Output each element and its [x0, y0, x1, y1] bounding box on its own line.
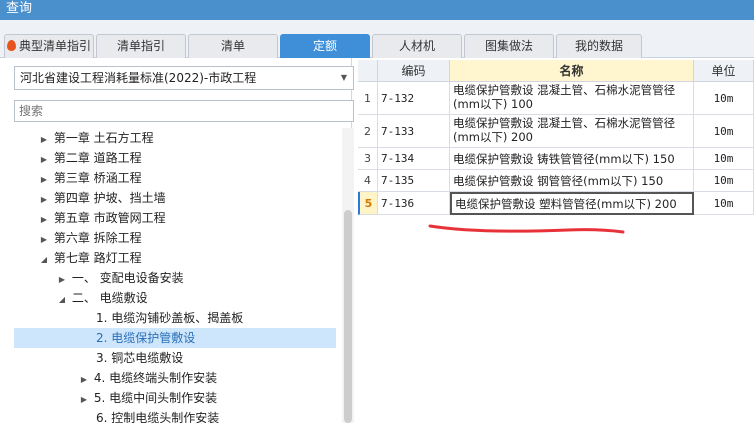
collapse-arrow-icon[interactable]: ◢	[56, 290, 68, 310]
expand-arrow-icon[interactable]: ▶	[38, 210, 50, 230]
tab-label: 典型清单指引	[18, 39, 91, 53]
standard-select-value: 河北省建设工程消耗量标准(2022)-市政工程	[20, 71, 257, 85]
row-code[interactable]: 7-134	[378, 148, 450, 170]
tree-node-ch4[interactable]: ▶ 第四章 护坡、挡土墙	[14, 188, 336, 208]
row-name[interactable]: 电缆保护管敷设 混凝土管、石棉水泥管管径(mm以下) 200	[450, 115, 694, 148]
tab-labor-material-machine[interactable]: 人材机	[372, 34, 462, 58]
tree-node-ch7[interactable]: ◢ 第七章 路灯工程	[14, 248, 336, 268]
header-name[interactable]: 名称	[450, 60, 694, 82]
tree-node-label: 4. 电缆终端头制作安装	[93, 371, 218, 385]
header-code[interactable]: 编码	[378, 60, 450, 82]
tree-node-substation[interactable]: ▶ 一、 变配电设备安装	[14, 268, 336, 288]
row-unit[interactable]: 10m	[694, 115, 754, 148]
row-index[interactable]: 3	[358, 148, 378, 170]
row-unit[interactable]: 10m	[694, 170, 754, 192]
tab-atlas-method[interactable]: 图集做法	[464, 34, 554, 58]
fire-icon	[6, 40, 16, 51]
tab-my-data[interactable]: 我的数据	[556, 34, 642, 58]
expand-arrow-icon[interactable]: ▶	[38, 230, 50, 250]
tree-node-ch6[interactable]: ▶ 第六章 拆除工程	[14, 228, 336, 248]
grid-corner	[358, 60, 378, 82]
row-index[interactable]: 2	[358, 115, 378, 148]
row-name-focused[interactable]: 电缆保护管敷设 塑料管管径(mm以下) 200	[450, 192, 694, 215]
expand-arrow-icon[interactable]: ▶	[38, 190, 50, 210]
standard-select[interactable]: 河北省建设工程消耗量标准(2022)-市政工程 ▼	[14, 66, 354, 90]
tree-node-label: 3. 铜芯电缆敷设	[96, 351, 184, 365]
search-input[interactable]	[14, 100, 354, 122]
tab-bill[interactable]: 清单	[188, 34, 278, 58]
tree-node-cable-conduit[interactable]: 2. 电缆保护管敷设	[14, 328, 336, 348]
tree-node-label: 第二章 道路工程	[53, 151, 142, 165]
red-underline-annotation	[428, 224, 625, 234]
row-unit[interactable]: 10m	[694, 192, 754, 215]
tree-node-cable-joint[interactable]: ▶ 5. 电缆中间头制作安装	[14, 388, 336, 408]
tab-bar: 典型清单指引 清单指引 清单 定额 人材机 图集做法 我的数据	[0, 20, 754, 58]
expand-arrow-icon[interactable]: ▶	[38, 130, 50, 150]
row-name[interactable]: 电缆保护管敷设 钢管管径(mm以下) 150	[450, 170, 694, 192]
tree-node-label: 1. 电缆沟铺砂盖板、揭盖板	[96, 311, 244, 325]
tree-scrollbar[interactable]	[342, 128, 354, 423]
left-pane: 河北省建设工程消耗量标准(2022)-市政工程 ▼ ▶ 第一章 土石方工程 ▶ …	[6, 58, 354, 423]
row-unit[interactable]: 10m	[694, 148, 754, 170]
expand-arrow-icon[interactable]: ▶	[78, 370, 90, 390]
tree-node-label: 第四章 护坡、挡土墙	[53, 191, 166, 205]
tree-node-label: 第六章 拆除工程	[53, 231, 142, 245]
header-unit[interactable]: 单位	[694, 60, 754, 82]
tree-node-ch3[interactable]: ▶ 第三章 桥涵工程	[14, 168, 336, 188]
row-name[interactable]: 电缆保护管敷设 铸铁管管径(mm以下) 150	[450, 148, 694, 170]
tree-node-label: 5. 电缆中间头制作安装	[93, 391, 218, 405]
row-name[interactable]: 电缆保护管敷设 混凝土管、石棉水泥管管径(mm以下) 100	[450, 82, 694, 115]
chevron-down-icon: ▼	[340, 73, 347, 82]
tree-node-label: 第五章 市政管网工程	[53, 211, 166, 225]
tree-node-label: 一、 变配电设备安装	[71, 271, 184, 285]
tree-node-label: 第七章 路灯工程	[53, 251, 142, 265]
tree-node-label: 6. 控制电缆头制作安装	[96, 411, 220, 423]
row-code[interactable]: 7-135	[378, 170, 450, 192]
tree-node-control-cable[interactable]: 6. 控制电缆头制作安装	[14, 408, 336, 423]
tab-quota[interactable]: 定额	[280, 34, 370, 58]
tree-node-ch1[interactable]: ▶ 第一章 土石方工程	[14, 128, 336, 148]
collapse-arrow-icon[interactable]: ◢	[38, 250, 50, 270]
tree-node-label: 第三章 桥涵工程	[53, 171, 142, 185]
expand-arrow-icon[interactable]: ▶	[78, 390, 90, 410]
chapter-tree: ▶ 第一章 土石方工程 ▶ 第二章 道路工程 ▶ 第三章 桥涵工程 ▶ 第四章 …	[6, 128, 338, 423]
tree-node-ch5[interactable]: ▶ 第五章 市政管网工程	[14, 208, 336, 228]
window-title: 查询	[0, 0, 754, 20]
tree-node-cable-terminal[interactable]: ▶ 4. 电缆终端头制作安装	[14, 368, 336, 388]
tab-bill-guide[interactable]: 清单指引	[96, 34, 186, 58]
row-code[interactable]: 7-132	[378, 82, 450, 115]
scrollbar-thumb[interactable]	[344, 210, 352, 423]
expand-arrow-icon[interactable]: ▶	[38, 170, 50, 190]
tree-node-label: 第一章 土石方工程	[53, 131, 154, 145]
row-index[interactable]: 1	[358, 82, 378, 115]
row-index-current[interactable]: 5	[358, 192, 378, 215]
tree-node-cable-trench[interactable]: 1. 电缆沟铺砂盖板、揭盖板	[14, 308, 336, 328]
tree-node-ch2[interactable]: ▶ 第二章 道路工程	[14, 148, 336, 168]
row-code[interactable]: 7-133	[378, 115, 450, 148]
expand-arrow-icon[interactable]: ▶	[56, 270, 68, 290]
tree-node-label: 二、 电缆敷设	[71, 291, 148, 305]
row-index[interactable]: 4	[358, 170, 378, 192]
quota-grid: 编码 名称 单位 1 7-132 电缆保护管敷设 混凝土管、石棉水泥管管径(mm…	[358, 58, 754, 423]
expand-arrow-icon[interactable]: ▶	[38, 150, 50, 170]
tab-typical-bill-guide[interactable]: 典型清单指引	[4, 34, 94, 58]
tree-node-copper-cable[interactable]: 3. 铜芯电缆敷设	[14, 348, 336, 368]
row-code[interactable]: 7-136	[378, 192, 450, 215]
tree-node-cable-laying[interactable]: ◢ 二、 电缆敷设	[14, 288, 336, 308]
row-unit[interactable]: 10m	[694, 82, 754, 115]
tree-node-label: 2. 电缆保护管敷设	[96, 331, 196, 345]
